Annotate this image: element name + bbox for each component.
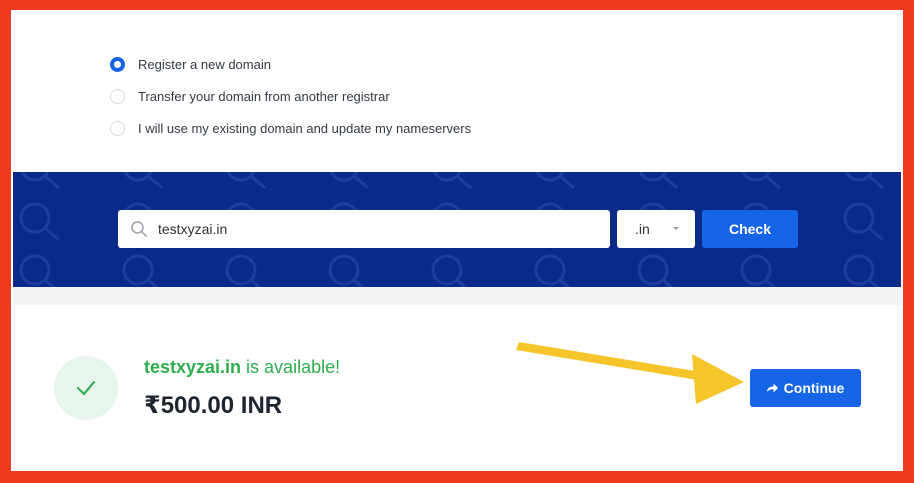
option-existing-domain[interactable]: I will use my existing domain and update… [110,112,471,144]
domain-option-group: Register a new domain Transfer your doma… [110,48,471,144]
screenshot-frame: Register a new domain Transfer your doma… [0,0,914,483]
option-label: I will use my existing domain and update… [138,120,472,136]
domain-search-band: .in Check [13,172,901,287]
available-domain-name: testxyzai.in [144,357,242,377]
share-arrow-icon [766,383,778,393]
tld-select[interactable]: .in [617,210,695,248]
availability-message: testxyzai.in is available! [144,357,340,378]
check-button[interactable]: Check [702,210,798,248]
radio-existing-domain[interactable] [110,120,125,136]
search-field[interactable] [118,210,610,248]
checkmark-icon [76,380,96,396]
available-status-circle [54,356,118,420]
annotation-arrow-icon [516,342,744,404]
option-transfer[interactable]: Transfer your domain from another regist… [110,80,471,112]
search-input[interactable] [158,221,598,237]
option-register-new[interactable]: Register a new domain [110,48,471,80]
continue-label: Continue [783,380,845,396]
option-label: Transfer your domain from another regist… [138,88,390,104]
tld-value: .in [635,221,650,237]
radio-register-new[interactable] [110,56,125,72]
continue-button[interactable]: Continue [750,369,861,407]
search-icon [131,221,147,237]
option-label: Register a new domain [138,56,271,72]
domain-price: ₹500.00 INR [144,392,283,419]
availability-status-text: is available! [241,357,341,377]
section-divider [13,287,901,305]
radio-transfer[interactable] [110,88,125,104]
caret-down-icon [673,227,679,230]
